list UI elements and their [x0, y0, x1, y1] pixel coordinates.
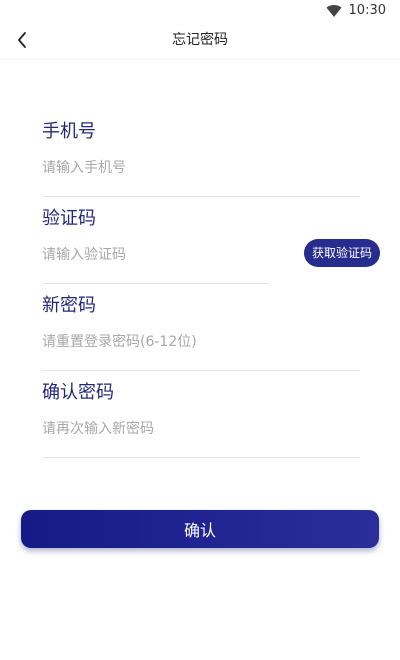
wifi-icon: [326, 5, 342, 17]
page-title: 忘记密码: [172, 32, 228, 48]
new-password-input[interactable]: [42, 330, 342, 354]
confirm-password-input[interactable]: [42, 417, 342, 441]
status-time: 10:30: [348, 3, 386, 18]
status-bar: 10:30: [0, 0, 400, 22]
confirm-password-label: 确认密码: [42, 382, 114, 403]
reset-form: 手机号 验证码 获取验证码 新密码 确认密码: [42, 110, 380, 458]
confirm-password-divider: [42, 457, 360, 458]
get-code-button[interactable]: 获取验证码: [303, 239, 380, 267]
phone-field: 手机号: [42, 110, 360, 197]
phone-input[interactable]: [42, 156, 342, 180]
code-input[interactable]: [42, 243, 262, 267]
status-icons: 10:30: [326, 3, 386, 19]
app-bar: 忘记密码: [0, 22, 400, 58]
new-password-field: 新密码: [42, 284, 360, 371]
code-field: 验证码 获取验证码: [42, 197, 380, 284]
confirm-button[interactable]: 确认: [21, 510, 379, 548]
new-password-label: 新密码: [42, 295, 96, 316]
forgot-password-screen: 10:30 忘记密码 手机号 验证码 获取验证码 新密码 确认密码: [0, 0, 400, 660]
confirm-password-field: 确认密码: [42, 371, 360, 458]
code-label: 验证码: [42, 208, 96, 229]
phone-label: 手机号: [42, 121, 96, 142]
